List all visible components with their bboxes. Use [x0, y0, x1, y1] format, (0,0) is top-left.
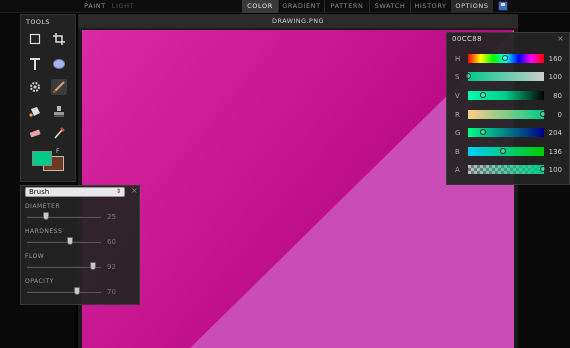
saturation-slider[interactable] [468, 72, 544, 81]
gear-icon[interactable] [27, 79, 43, 95]
red-slider[interactable] [468, 110, 544, 119]
diameter-slider-thumb[interactable] [43, 212, 49, 220]
text-icon[interactable] [27, 56, 43, 72]
value-value: 80 [553, 92, 562, 100]
alpha-value: 100 [548, 166, 562, 174]
tools-panel: TOOLS F [20, 14, 76, 182]
tab-swatch[interactable]: SWATCH [369, 0, 410, 13]
hue-slider-thumb[interactable] [502, 55, 508, 61]
brush-preset-value: Brush [29, 188, 50, 196]
opacity-value: 70 [107, 288, 116, 296]
green-value: 204 [548, 129, 562, 137]
blue-slider-thumb[interactable] [500, 148, 506, 154]
hardness-value: 60 [107, 238, 116, 246]
hardness-slider[interactable] [27, 241, 101, 243]
diameter-slider[interactable] [27, 216, 101, 218]
ellipse-icon[interactable] [51, 56, 67, 72]
diameter-label: DIAMETER [25, 203, 61, 210]
selection-icon[interactable] [27, 31, 43, 47]
alpha-label: A [455, 166, 460, 174]
eraser-icon[interactable] [27, 125, 43, 141]
chevron-updown-icon: ⇕ [115, 188, 121, 195]
crop-icon[interactable] [51, 31, 67, 47]
flow-value: 92 [107, 263, 116, 271]
red-label: R [455, 111, 460, 119]
opacity-label: OPACITY [25, 278, 54, 285]
hue-value: 160 [548, 55, 562, 63]
brush-icon[interactable] [51, 79, 67, 95]
hardness-label: HARDNESS [25, 228, 63, 235]
close-icon[interactable]: × [557, 34, 564, 43]
color-panel: 00CC88 × H 160 S 100 V 80 R 0 G 204 B 13… [446, 32, 570, 185]
brush-panel: Brush ⇕ × DIAMETER 25 HARDNESS 60 FLOW 9… [20, 185, 140, 305]
tab-history[interactable]: HISTORY [410, 0, 450, 13]
diameter-value: 25 [107, 213, 116, 221]
saturation-label: S [455, 73, 460, 81]
green-label: G [455, 129, 461, 137]
tab-options[interactable]: OPTIONS [451, 0, 493, 13]
save-icon[interactable] [498, 1, 508, 11]
brush-preset-select[interactable]: Brush ⇕ [25, 187, 125, 197]
hardness-slider-thumb[interactable] [67, 237, 73, 245]
eyedropper-icon[interactable] [51, 125, 67, 141]
flow-label: FLOW [25, 253, 45, 260]
blue-label: B [455, 148, 460, 156]
opacity-slider[interactable] [27, 291, 101, 293]
foreground-color-swatch[interactable] [32, 151, 52, 166]
tab-gradient[interactable]: GRADIENT [278, 0, 324, 13]
swap-colors-label[interactable]: F [56, 148, 59, 155]
mode-light[interactable]: LIGHT [110, 0, 136, 13]
close-icon[interactable]: × [131, 186, 138, 195]
stamp-icon[interactable] [51, 103, 67, 119]
blue-slider[interactable] [468, 147, 544, 156]
hex-value[interactable]: 00CC88 [452, 35, 482, 43]
value-label: V [455, 92, 460, 100]
blue-value: 136 [548, 148, 562, 156]
tab-pattern[interactable]: PATTERN [324, 0, 369, 13]
saturation-slider-thumb[interactable] [465, 73, 471, 79]
tools-panel-title: TOOLS [26, 18, 50, 26]
red-value: 0 [557, 111, 562, 119]
hue-label: H [455, 55, 461, 63]
mode-paint[interactable]: PAINT [82, 0, 108, 13]
top-menu-bar: PAINT LIGHT COLOR GRADIENT PATTERN SWATC… [0, 0, 570, 13]
opacity-slider-thumb[interactable] [74, 287, 80, 295]
green-slider-thumb[interactable] [480, 129, 486, 135]
tab-color[interactable]: COLOR [242, 0, 278, 13]
alpha-slider[interactable] [468, 165, 544, 174]
saturation-value: 100 [548, 73, 562, 81]
fill-icon[interactable] [27, 103, 43, 119]
value-slider-thumb[interactable] [480, 92, 486, 98]
flow-slider-thumb[interactable] [90, 262, 96, 270]
document-title: DRAWING.PNG [78, 14, 518, 28]
